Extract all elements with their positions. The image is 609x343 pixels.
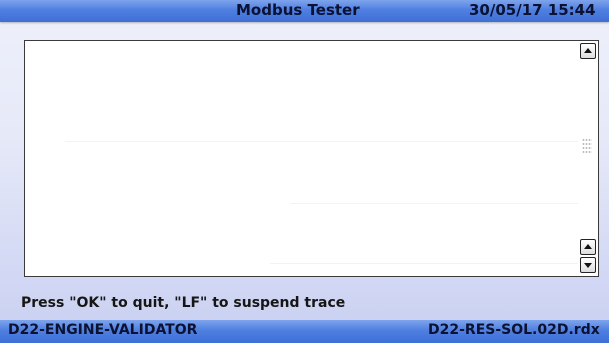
trace-content [25, 41, 579, 276]
title-bar: Modbus Tester 30/05/17 15:44 [0, 0, 609, 22]
trace-line-ghost [65, 141, 579, 142]
arrow-up-icon [584, 48, 592, 53]
trace-line-ghost [290, 203, 579, 204]
app-title: Modbus Tester [236, 1, 360, 19]
scroll-down-button[interactable] [580, 257, 596, 273]
arrow-down-icon [584, 263, 592, 268]
status-bar: D22-ENGINE-VALIDATOR D22-RES-SOL.02D.rdx [0, 320, 609, 343]
trace-panel[interactable] [24, 40, 599, 277]
instruction-text: Press "OK" to quit, "LF" to suspend trac… [21, 295, 346, 311]
datetime-display: 30/05/17 15:44 [469, 1, 596, 19]
trace-scrollbar[interactable] [578, 41, 598, 276]
scroll-thumb[interactable] [582, 137, 594, 161]
device-name: D22-ENGINE-VALIDATOR [8, 322, 198, 338]
arrow-up-icon [584, 244, 592, 249]
scroll-up-button-lower[interactable] [580, 239, 596, 255]
scroll-up-button[interactable] [580, 43, 596, 59]
trace-line-ghost [270, 263, 579, 264]
config-file-name: D22-RES-SOL.02D.rdx [428, 322, 600, 338]
